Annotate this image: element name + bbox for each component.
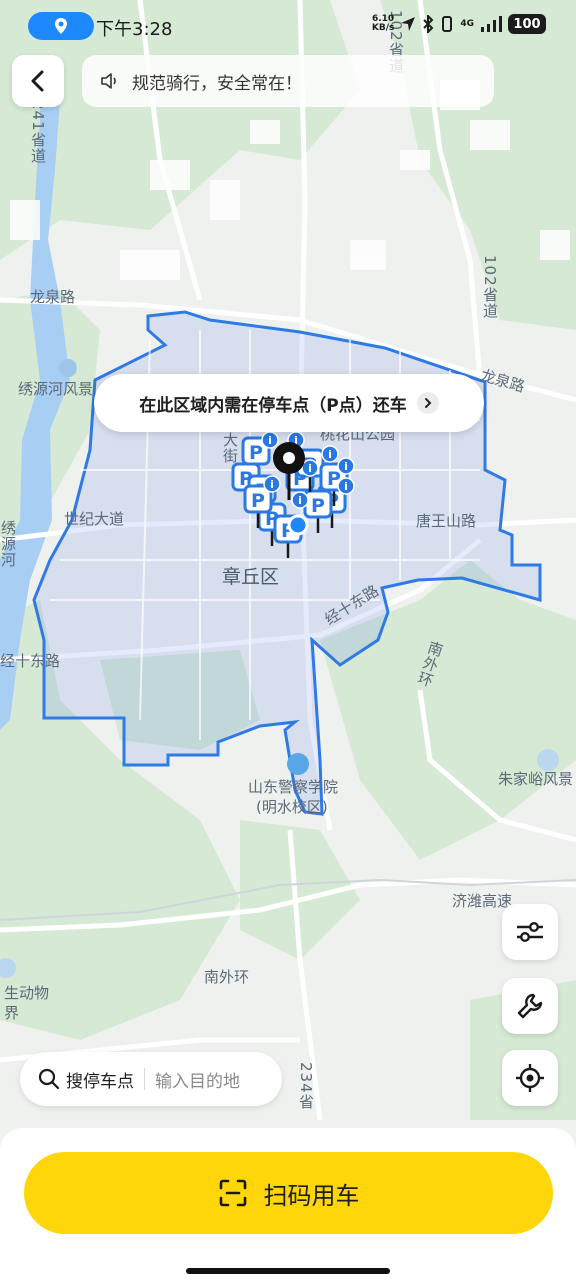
scenic-spot-icon bbox=[59, 359, 77, 377]
info-marker[interactable]: i bbox=[301, 459, 319, 477]
info-marker[interactable]: i bbox=[337, 477, 355, 495]
location-pin-icon bbox=[55, 18, 67, 34]
search-icon bbox=[38, 1068, 60, 1090]
locate-crosshair-icon bbox=[516, 1064, 544, 1092]
map-label: 济潍高速 bbox=[452, 892, 513, 910]
svg-text:i: i bbox=[344, 460, 348, 473]
status-time: 下午3:28 bbox=[96, 19, 173, 40]
map-label: 章丘区 bbox=[222, 566, 280, 588]
map-label: 朱家峪风景 bbox=[498, 770, 574, 788]
svg-text:i: i bbox=[270, 478, 274, 491]
net-speed-unit: KB/s bbox=[371, 23, 395, 33]
map-label: 经十东路 bbox=[0, 652, 61, 670]
parking-zone-banner[interactable]: 在此区域内需在停车点（P点）还车 bbox=[94, 374, 484, 432]
scenic-spot-icon bbox=[537, 749, 559, 771]
locate-button[interactable] bbox=[502, 1050, 558, 1106]
filter-sliders-icon bbox=[517, 921, 543, 942]
parking-search-box[interactable]: 搜停车点 输入目的地 bbox=[20, 1052, 282, 1106]
info-marker[interactable]: i bbox=[321, 445, 339, 463]
svg-text:i: i bbox=[328, 448, 332, 461]
bluetooth-icon bbox=[423, 15, 434, 33]
map-label: 唐王山路 bbox=[416, 512, 477, 530]
signal-icon bbox=[481, 16, 502, 32]
search-parking-label[interactable]: 搜停车点 bbox=[66, 1067, 134, 1092]
info-marker[interactable]: i bbox=[337, 457, 355, 475]
filter-button[interactable] bbox=[502, 904, 558, 960]
map-label: 绣源河 bbox=[0, 520, 17, 568]
network-type: 4G bbox=[460, 19, 474, 29]
map-label: 龙泉路 bbox=[30, 288, 76, 306]
search-divider bbox=[144, 1068, 145, 1090]
svg-text:i: i bbox=[308, 462, 312, 475]
svg-text:P: P bbox=[249, 442, 263, 464]
map-label: 世纪大道 bbox=[64, 510, 125, 528]
scan-icon bbox=[219, 1179, 246, 1207]
map-label: 山东警察学院 bbox=[248, 778, 339, 796]
svg-text:P: P bbox=[311, 495, 325, 517]
chevron-left-icon bbox=[31, 70, 44, 92]
svg-text:i: i bbox=[298, 494, 302, 507]
map-label: (明水校区) bbox=[256, 798, 328, 816]
map-label: 南外环 bbox=[204, 968, 250, 986]
repair-button[interactable] bbox=[502, 978, 558, 1034]
back-button[interactable] bbox=[12, 55, 64, 107]
battery-indicator: 100 bbox=[508, 14, 546, 34]
svg-text:P: P bbox=[251, 490, 265, 512]
navigation-arrow-icon bbox=[401, 17, 416, 31]
info-marker[interactable]: i bbox=[263, 475, 281, 493]
scan-to-ride-button[interactable]: 扫码用车 bbox=[24, 1152, 553, 1234]
home-indicator bbox=[186, 1268, 390, 1274]
map-label: 生动物 bbox=[4, 984, 50, 1002]
svg-text:i: i bbox=[268, 434, 272, 447]
destination-input[interactable]: 输入目的地 bbox=[155, 1067, 240, 1092]
school-icon bbox=[287, 753, 309, 775]
notice-text: 规范骑行，安全常在！ bbox=[132, 73, 302, 94]
map-label: 234省 bbox=[297, 1062, 315, 1110]
vibrate-icon bbox=[442, 16, 453, 32]
status-icons: 6.10 KB/s 4G 100 bbox=[372, 14, 546, 34]
map-label: 界 bbox=[4, 1004, 20, 1022]
speaker-icon bbox=[101, 73, 116, 89]
current-location-dot bbox=[287, 514, 309, 536]
net-speed: 6.10 KB/s bbox=[372, 15, 394, 33]
scan-button-label: 扫码用车 bbox=[263, 1181, 360, 1210]
info-marker[interactable]: i bbox=[261, 431, 279, 449]
info-marker[interactable]: i bbox=[291, 491, 309, 509]
svg-text:i: i bbox=[344, 480, 348, 493]
status-bar: 下午3:28 6.10 KB/s 4G 100 bbox=[0, 0, 576, 52]
map-label: 绣源河风景 bbox=[18, 380, 94, 398]
map-label: 241省道 bbox=[29, 100, 47, 164]
zone-banner-text: 在此区域内需在停车点（P点）还车 bbox=[139, 395, 407, 416]
chevron-right-icon bbox=[416, 392, 439, 414]
map-label: 102省道 bbox=[481, 255, 499, 319]
wrench-icon bbox=[517, 993, 543, 1019]
location-pill bbox=[28, 12, 94, 40]
bottom-sheet: 扫码用车 bbox=[0, 1128, 576, 1280]
notice-bar[interactable]: 规范骑行，安全常在！ bbox=[82, 55, 494, 107]
map-label: 大街 bbox=[221, 432, 239, 464]
